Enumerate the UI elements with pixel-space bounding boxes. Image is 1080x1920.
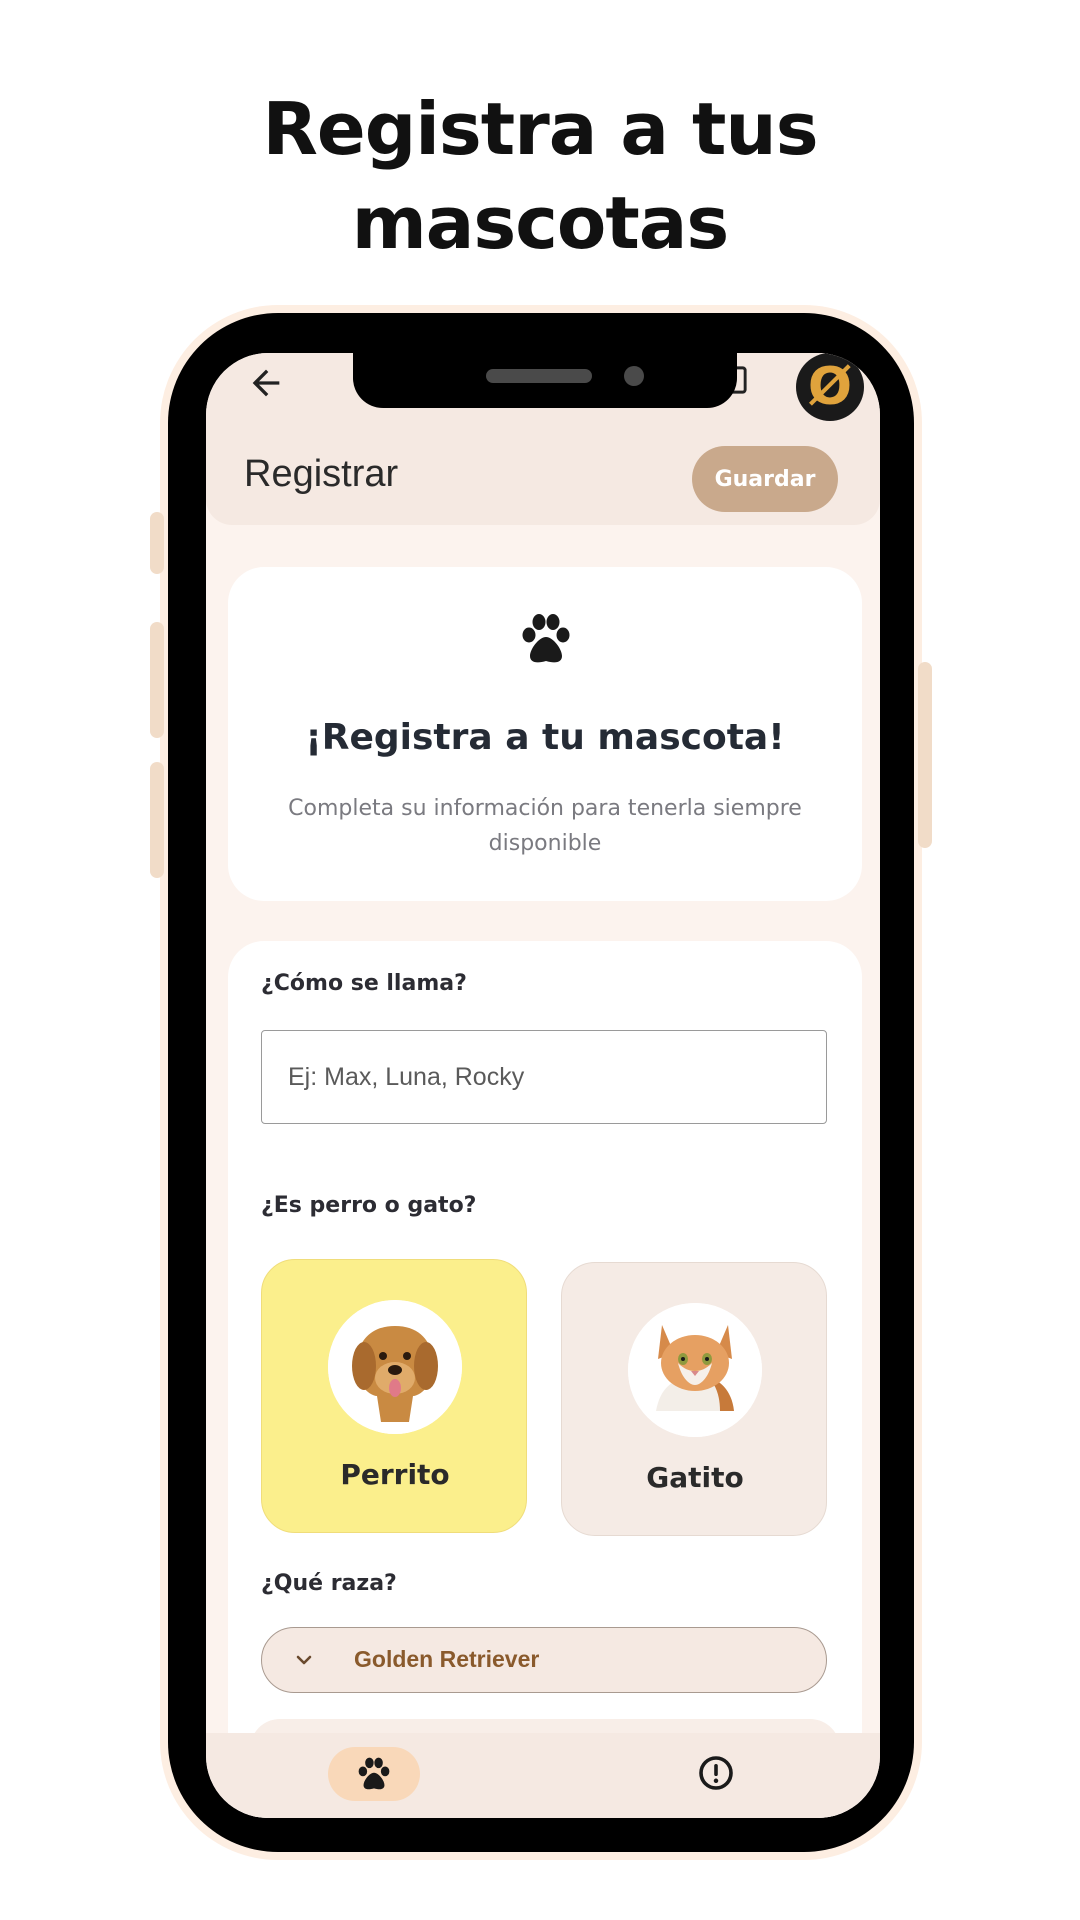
intro-subtitle: Completa su información para tenerla sie… [288,796,802,856]
type-option-label: Perrito [340,1458,450,1491]
chevron-down-icon [296,1655,312,1665]
brand-badge[interactable]: Ø [796,353,864,421]
type-option-dog[interactable]: Perrito [261,1259,527,1533]
phone-screen: Ø Registrar Guardar ¡Registra a tu masco… [206,353,880,1818]
bottom-navigation [206,1733,880,1818]
save-button[interactable]: Guardar [692,446,838,512]
cat-image [628,1303,762,1437]
phone-camera [624,366,644,386]
phone-speaker [486,369,592,383]
name-label: ¿Cómo se llama? [261,971,467,996]
marketing-headline: Registra a tus mascotas [0,82,1080,270]
phone-side-button [150,622,164,738]
back-arrow-icon[interactable] [246,363,286,403]
intro-title: ¡Registra a tu mascota! [305,717,785,758]
headline-line-1: Registra a tus [262,87,818,171]
breed-label: ¿Qué raza? [261,1571,397,1596]
alert-circle-icon[interactable] [698,1755,734,1791]
paw-icon[interactable] [356,1757,392,1791]
breed-value: Golden Retriever [354,1646,540,1672]
registration-form: ¿Cómo se llama? ¿Es perro o gato? Perrit… [228,941,862,1818]
breed-select[interactable]: Golden Retriever [261,1627,827,1693]
type-option-cat[interactable]: Gatito [561,1262,827,1536]
type-label: ¿Es perro o gato? [261,1193,477,1218]
phone-side-button [150,762,164,878]
intro-card: ¡Registra a tu mascota! Completa su info… [228,567,862,901]
phone-side-button [918,662,932,848]
pet-name-input[interactable] [261,1030,827,1124]
headline-line-2: mascotas [351,181,729,265]
paw-icon [522,614,570,663]
phone-side-button [150,512,164,574]
type-option-label: Gatito [646,1461,744,1494]
page-title: Registrar [244,453,399,495]
dog-image [328,1300,462,1434]
